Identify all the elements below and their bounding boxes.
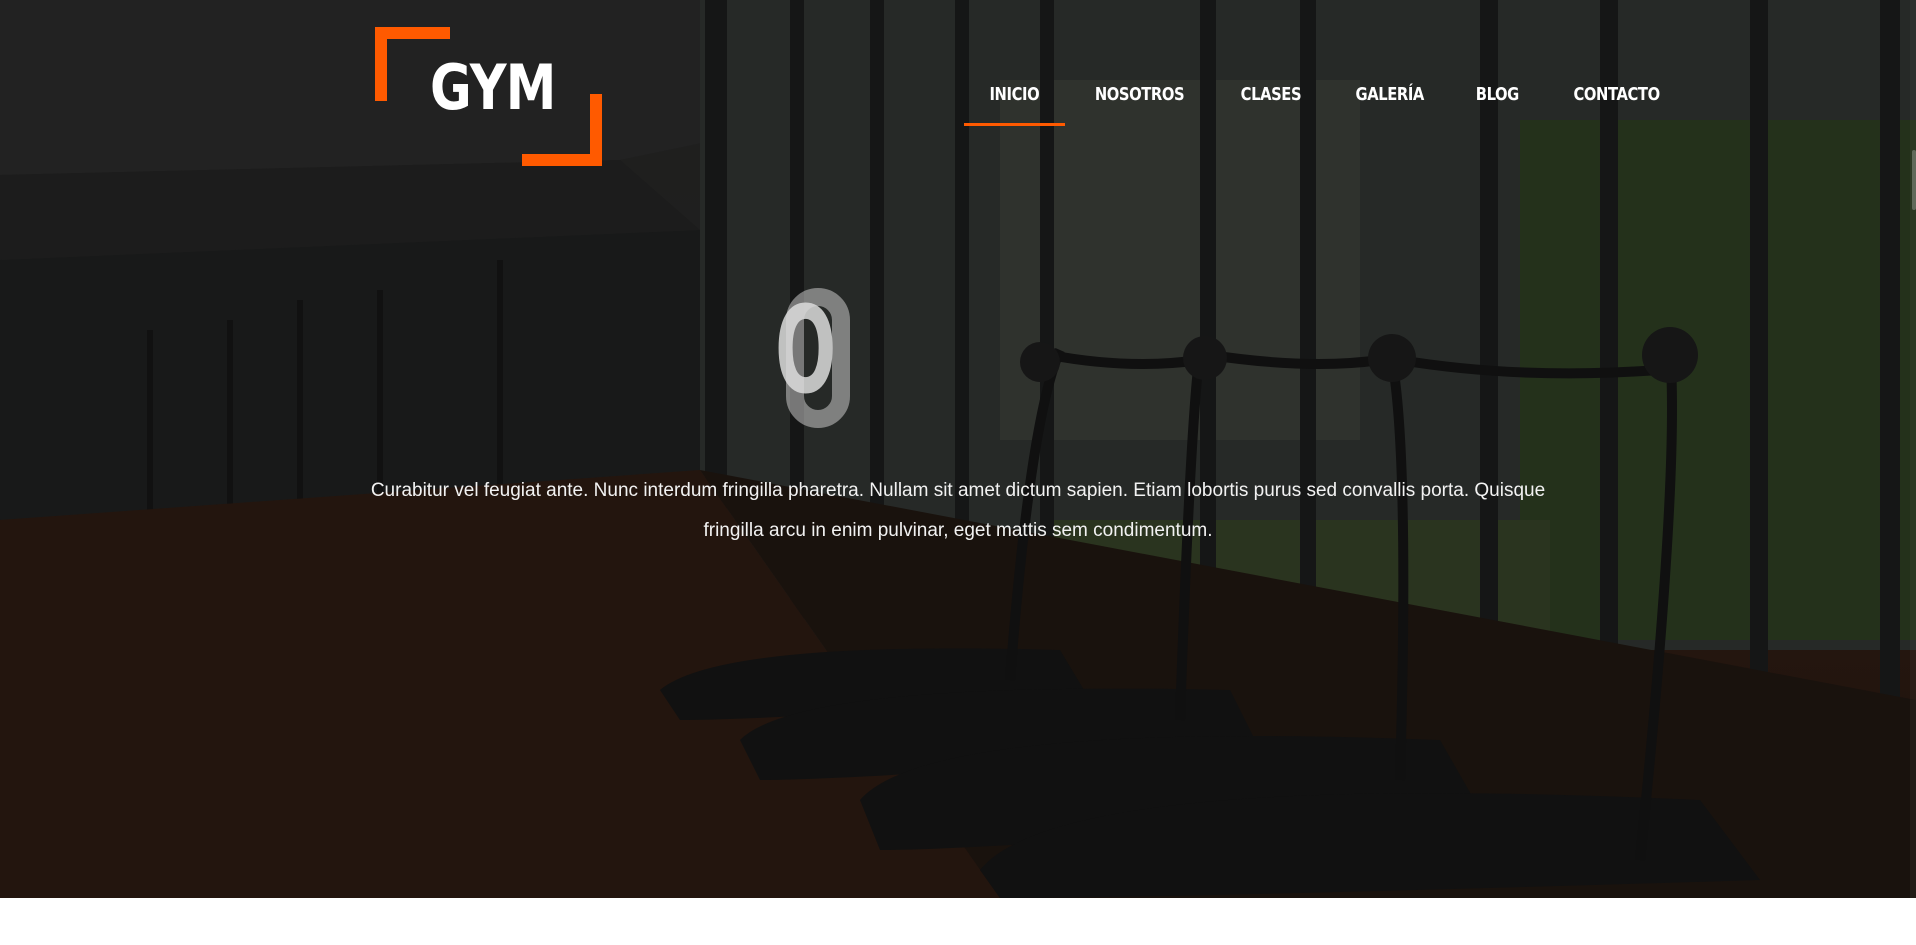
hero-description: Curabitur vel feugiat ante. Nunc interdu… bbox=[370, 480, 1546, 541]
nav-item-label: CLASES bbox=[1240, 84, 1301, 105]
site-logo[interactable]: GYM bbox=[375, 27, 602, 166]
nav-item-label: INICIO bbox=[989, 84, 1040, 105]
logo-bracket-bottom-right-vertical bbox=[590, 94, 602, 166]
logo-bracket-top-left-vertical bbox=[375, 27, 387, 101]
hero-letter-glyph: O bbox=[775, 282, 837, 421]
nav-item-label: GALERÍA bbox=[1355, 84, 1424, 105]
hero-animated-letter: O bbox=[770, 288, 870, 434]
hero-section: GYM INICIO NOSOTROS CLASES GALERÍA BLOG … bbox=[0, 0, 1916, 898]
hero-dark-overlay bbox=[0, 0, 1916, 898]
main-nav: INICIO NOSOTROS CLASES GALERÍA BLOG CONT… bbox=[964, 82, 1689, 130]
page-scrollbar[interactable] bbox=[1910, 0, 1916, 898]
nav-item-clases[interactable]: CLASES bbox=[1214, 82, 1328, 126]
nav-item-label: CONTACTO bbox=[1573, 84, 1660, 105]
nav-item-label: BLOG bbox=[1475, 84, 1520, 105]
logo-text: GYM bbox=[430, 51, 556, 124]
nav-item-inicio[interactable]: INICIO bbox=[964, 82, 1065, 126]
scrollbar-thumb[interactable] bbox=[1912, 150, 1916, 210]
nav-item-blog[interactable]: BLOG bbox=[1451, 82, 1544, 126]
nav-item-label: NOSOTROS bbox=[1094, 84, 1184, 105]
nav-item-contacto[interactable]: CONTACTO bbox=[1544, 82, 1689, 126]
nav-item-nosotros[interactable]: NOSOTROS bbox=[1065, 82, 1214, 126]
nav-item-galeria[interactable]: GALERÍA bbox=[1328, 82, 1451, 126]
